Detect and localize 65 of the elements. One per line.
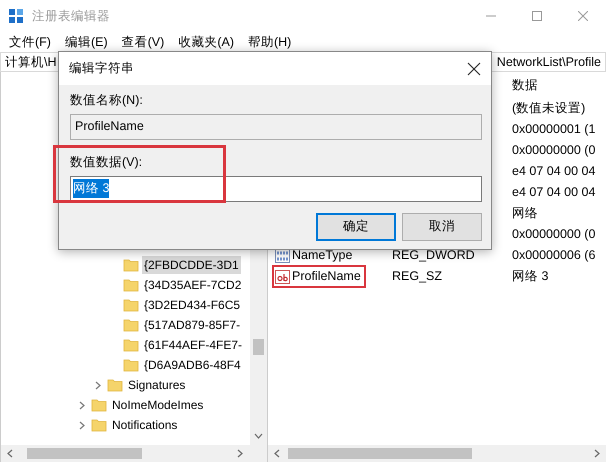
scrollbar-thumb[interactable] — [288, 448, 472, 459]
scrollbar-thumb[interactable] — [253, 339, 264, 355]
field-label: 数值数据(V): — [70, 154, 144, 171]
chevron-right-icon[interactable] — [95, 380, 101, 390]
menu-item[interactable]: 编辑(E) — [58, 32, 115, 52]
tree-item[interactable]: Signatures — [126, 376, 188, 394]
binary-value-icon — [275, 248, 290, 262]
address-text: 计算机\H — [5, 54, 56, 71]
folder-icon — [123, 298, 139, 312]
dialog-button[interactable]: 确定 — [316, 212, 396, 240]
folder-icon — [123, 258, 139, 272]
tree-item[interactable]: {D6A9ADB6-48F4 — [142, 356, 243, 374]
folder-icon — [91, 398, 107, 412]
dialog-button[interactable]: 取消 — [402, 212, 482, 240]
scroll-down-icon[interactable] — [254, 433, 263, 439]
scrollbar-thumb[interactable] — [27, 448, 142, 459]
folder-icon — [91, 418, 107, 432]
tree-item[interactable]: {3D2ED434-F6C5 — [142, 296, 242, 314]
close-icon[interactable] — [467, 62, 481, 76]
value-data: (数值未设置) — [512, 100, 586, 118]
horizontal-scrollbar[interactable] — [1, 445, 267, 462]
folder-icon — [123, 318, 139, 332]
value-data: 0x00000000 (0 — [512, 226, 596, 244]
folder-icon — [123, 338, 139, 352]
value-data: e4 07 04 00 04 — [512, 184, 596, 202]
tree-item[interactable]: {34D35AEF-7CD2 — [142, 276, 244, 294]
menu-item[interactable]: 收藏夹(A) — [171, 32, 241, 52]
value-type: REG_DWORD — [392, 248, 475, 262]
scroll-left-icon[interactable] — [274, 449, 280, 458]
scroll-left-icon[interactable] — [7, 449, 13, 458]
value-data: 网络 — [512, 205, 538, 222]
close-icon — [578, 11, 588, 21]
window-title: 注册表编辑器 — [32, 8, 110, 25]
field-label: 数值名称(N): — [70, 92, 144, 109]
value-data: e4 07 04 00 04 — [512, 163, 596, 180]
tree-item[interactable]: {517AD879-85F7- — [142, 316, 242, 334]
folder-icon — [123, 358, 139, 372]
string-value-icon — [275, 270, 290, 284]
menu-item[interactable]: 查看(V) — [114, 32, 172, 52]
scroll-right-icon[interactable] — [594, 449, 600, 458]
tree-item[interactable]: {2FBDCDDE-3D1 — [142, 256, 241, 274]
menu-item[interactable]: 帮助(H) — [240, 32, 298, 52]
address-text: NetworkList\Profile — [496, 54, 601, 71]
value-name[interactable]: ProfileName — [272, 265, 366, 288]
name-field[interactable]: ProfileName — [70, 114, 482, 140]
registry-icon — [8, 8, 24, 24]
tree-item[interactable]: NoImeModeImes — [110, 396, 206, 414]
chevron-right-icon[interactable] — [79, 400, 85, 410]
horizontal-scrollbar[interactable] — [268, 445, 606, 462]
dialog-title: 编辑字符串 — [69, 60, 134, 78]
value-type: REG_SZ — [392, 269, 442, 284]
tree-item[interactable]: Notifications — [110, 416, 180, 434]
value-field[interactable]: 网络 3 — [70, 176, 482, 202]
column-header[interactable]: 数据 — [512, 76, 538, 94]
value-data: 0x00000000 (0 — [512, 142, 596, 160]
chevron-right-icon[interactable] — [79, 420, 85, 430]
folder-icon — [123, 278, 139, 292]
scroll-right-icon[interactable] — [237, 449, 243, 458]
maximize-icon — [532, 11, 542, 21]
value-data: 0x00000006 (6 — [512, 247, 596, 264]
value-data: 网络 3 — [512, 268, 548, 286]
tree-item[interactable]: {61F44AEF-4FE7- — [142, 336, 244, 354]
value-data: 0x00000001 (1 — [512, 121, 596, 138]
folder-icon — [107, 378, 123, 392]
menu-item[interactable]: 文件(F) — [2, 32, 58, 52]
